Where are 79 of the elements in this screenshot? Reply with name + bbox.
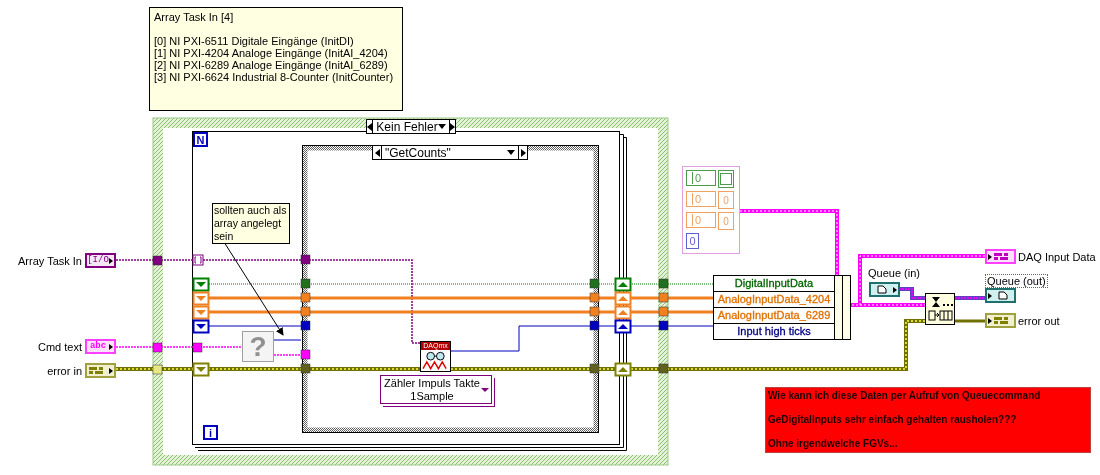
indicator-terminal[interactable] bbox=[985, 249, 1016, 264]
indicator-label: error out bbox=[1018, 314, 1060, 327]
increment-arrow-icon bbox=[448, 120, 455, 133]
question-text: Ohne irgendwelche FGVs... bbox=[768, 437, 899, 451]
tunnel bbox=[192, 342, 203, 353]
count-terminal: N bbox=[193, 132, 208, 147]
comment-line: [1] NI PXI-4204 Analoge Eingänge (InitAI_4204) bbox=[154, 47, 389, 59]
wire bbox=[955, 319, 985, 323]
comment-line: [3] NI PXI-6624 Industrial 8-Counter (InitCounter) bbox=[154, 71, 395, 83]
tunnel bbox=[300, 306, 311, 317]
missing-subvi: ? bbox=[242, 331, 274, 362]
tunnel bbox=[589, 363, 600, 374]
shift-register bbox=[614, 277, 632, 292]
tunnel bbox=[300, 320, 311, 331]
tunnel bbox=[300, 363, 311, 374]
case-selector[interactable]: Kein Fehler bbox=[366, 119, 456, 134]
tunnel bbox=[589, 292, 600, 303]
tunnel bbox=[589, 278, 600, 289]
indicator-label: Queue (out) bbox=[985, 274, 1048, 288]
iteration-terminal: i bbox=[203, 425, 218, 440]
shift-register bbox=[192, 277, 210, 292]
tunnel bbox=[300, 254, 311, 265]
comment-line: [0] NI PXI-6511 Digitale Eingänge (InitDI) bbox=[154, 35, 355, 47]
indicator-terminal[interactable] bbox=[985, 288, 1016, 303]
control-terminal[interactable] bbox=[869, 282, 900, 297]
question-text: Wie kann ich diese Daten per Aufruf von Queuecommand bbox=[768, 389, 1042, 403]
control-label: Cmd text bbox=[38, 340, 82, 353]
note: sollten auch als array angelegt sein bbox=[212, 203, 290, 244]
numeric-constant[interactable]: 0 bbox=[686, 233, 699, 249]
tunnel bbox=[589, 306, 600, 317]
tunnel bbox=[658, 278, 669, 289]
case-selector[interactable]: "GetCounts" bbox=[372, 145, 528, 160]
dropdown-arrow-icon bbox=[481, 387, 489, 392]
dropdown-arrow-icon bbox=[507, 150, 515, 155]
control-terminal[interactable] bbox=[85, 363, 116, 378]
shift-register bbox=[192, 305, 210, 320]
shift-register bbox=[614, 319, 632, 334]
indexing-tunnel bbox=[192, 254, 204, 266]
tunnel bbox=[658, 292, 669, 303]
array-index[interactable]: 0 bbox=[718, 212, 734, 230]
control-label: Array Task In bbox=[18, 254, 82, 267]
polymorphic-selector[interactable]: Zähler Impuls Takte 1Sample bbox=[380, 375, 492, 404]
decrement-arrow-icon bbox=[367, 120, 374, 133]
document-icon bbox=[877, 285, 887, 294]
shift-register bbox=[614, 362, 632, 377]
tunnel bbox=[300, 349, 311, 360]
tunnel bbox=[152, 342, 163, 353]
tunnel bbox=[658, 320, 669, 331]
shift-register bbox=[614, 305, 632, 320]
control-label: error in bbox=[47, 364, 82, 377]
indicator-terminal[interactable] bbox=[985, 313, 1016, 328]
tunnel bbox=[152, 364, 163, 375]
indicator-label: DAQ Input Data bbox=[1018, 250, 1096, 263]
comment-title: Array Task In [4] bbox=[154, 11, 235, 23]
numeric-constant[interactable]: 0 bbox=[686, 170, 716, 186]
comment-line: [2] NI PXI-6289 Analoge Eingänge (InitAI_6289) bbox=[154, 59, 389, 71]
tunnel bbox=[589, 320, 600, 331]
tunnel bbox=[658, 363, 669, 374]
tunnel bbox=[658, 306, 669, 317]
increment-arrow-icon bbox=[518, 146, 527, 159]
dropdown-arrow-icon bbox=[437, 124, 446, 129]
control-label: Queue (in) bbox=[868, 267, 920, 279]
numeric-constant[interactable]: 0 bbox=[686, 212, 716, 228]
array-index[interactable]: 0 bbox=[718, 191, 734, 209]
document-icon bbox=[998, 291, 1008, 300]
shift-register bbox=[192, 319, 210, 334]
control-terminal[interactable]: abc bbox=[85, 339, 116, 354]
control-terminal[interactable]: [I/O bbox=[85, 253, 116, 268]
element-name[interactable]: Input high ticks bbox=[714, 324, 834, 339]
tunnel bbox=[152, 255, 163, 266]
boolean-constant[interactable] bbox=[718, 170, 734, 188]
numeric-constant[interactable]: 0 bbox=[686, 191, 716, 207]
enqueue-node bbox=[925, 293, 955, 325]
tunnel bbox=[300, 292, 311, 303]
question-text: GeDigitalInputs sehr einfach gehalten rausholen??? bbox=[768, 413, 1018, 427]
shift-register bbox=[614, 291, 632, 306]
shift-register bbox=[192, 362, 210, 377]
shift-register bbox=[192, 291, 210, 306]
tunnel bbox=[300, 278, 311, 289]
